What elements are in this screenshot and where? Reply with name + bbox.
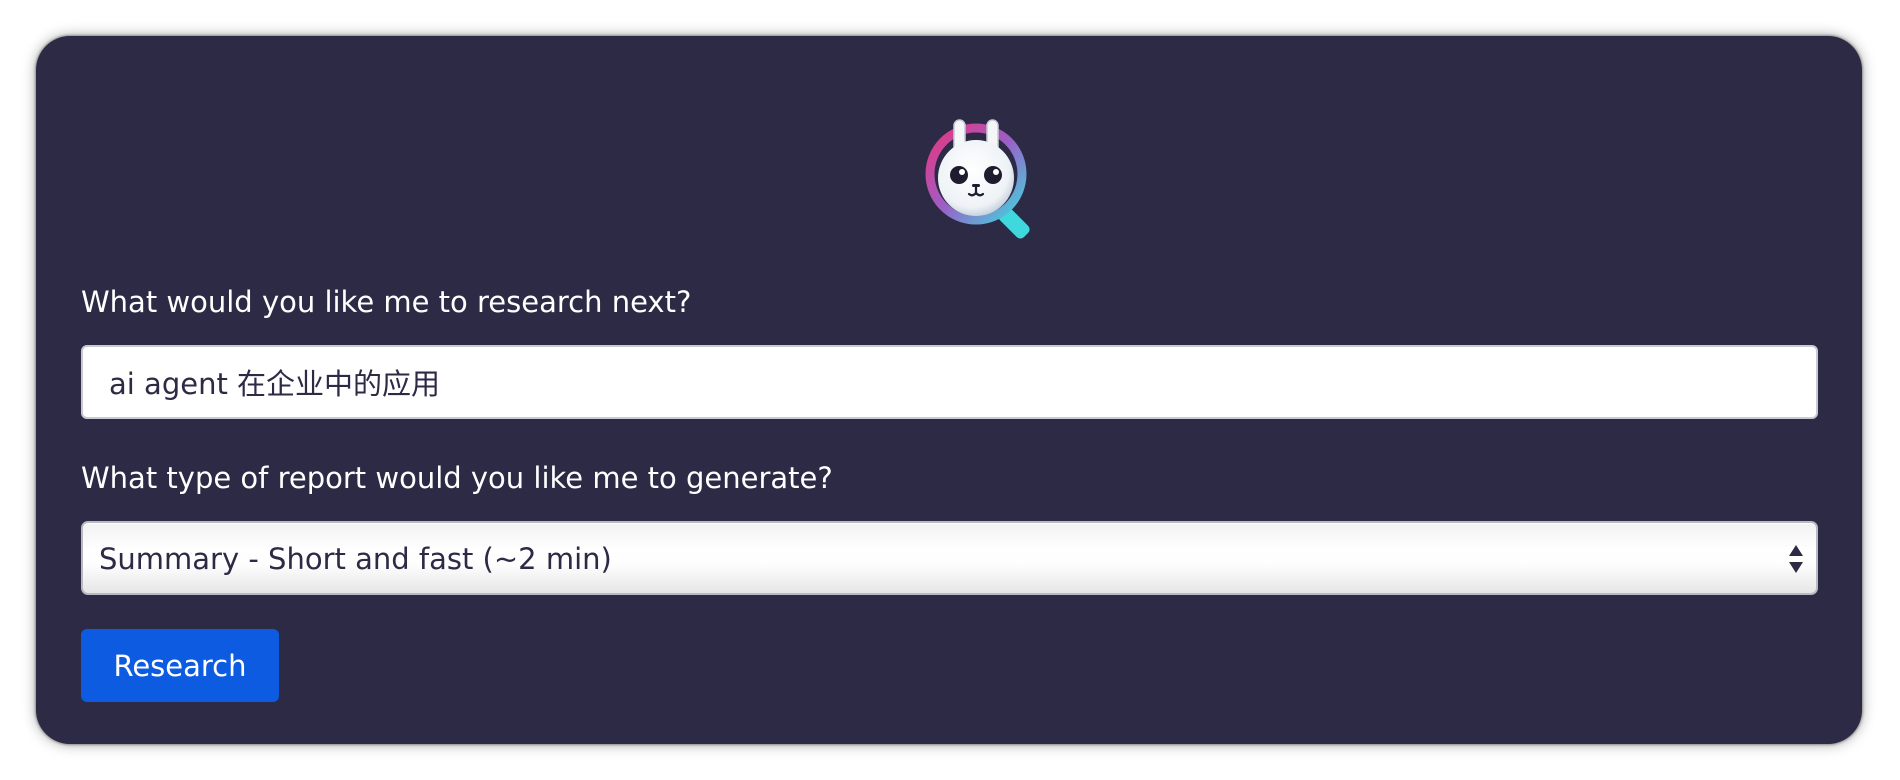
report-type-select[interactable]: Summary - Short and fast (~2 min) [81, 521, 1818, 595]
bunny-magnifier-logo-icon [925, 119, 1030, 239]
select-arrows-icon [1789, 545, 1803, 573]
query-label: What would you like me to research next? [81, 285, 692, 319]
query-input[interactable] [81, 345, 1818, 419]
report-type-selected-value: Summary - Short and fast (~2 min) [99, 542, 612, 576]
report-type-label: What type of report would you like me to… [81, 461, 833, 495]
research-button[interactable]: Research [81, 629, 279, 702]
research-form-card: What would you like me to research next?… [36, 36, 1862, 744]
